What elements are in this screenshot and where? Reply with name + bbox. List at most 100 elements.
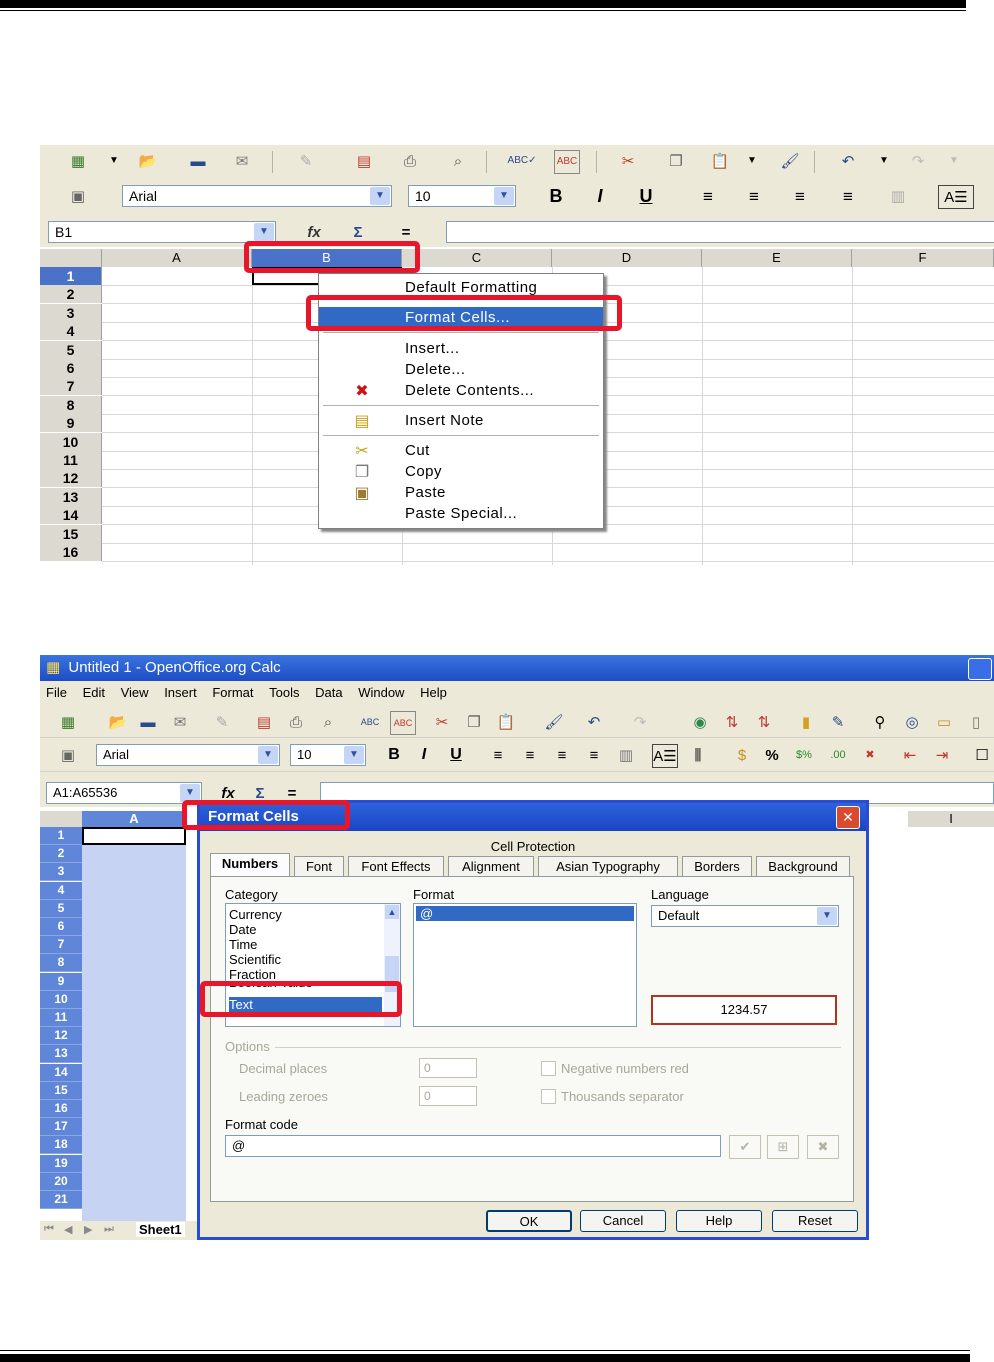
row-header[interactable]: 8 xyxy=(40,395,102,414)
tab-numbers[interactable]: Numbers xyxy=(210,853,290,877)
chevron-down-icon[interactable]: ▼ xyxy=(817,907,837,925)
increase-indent-icon[interactable]: ⇥ xyxy=(930,744,954,766)
save-icon[interactable]: ▬ xyxy=(186,150,210,172)
row-header[interactable]: 4 xyxy=(40,322,102,341)
row-header[interactable]: 16 xyxy=(40,543,102,561)
print-icon[interactable]: ⎙ xyxy=(398,150,422,172)
name-box[interactable]: B1 ▼ xyxy=(48,221,276,243)
menu-data[interactable]: Data xyxy=(315,685,342,700)
new-dropdown-icon[interactable]: ▼ xyxy=(102,150,126,172)
input-line[interactable] xyxy=(446,221,994,243)
row-header[interactable]: 12 xyxy=(40,1027,82,1046)
row-header[interactable]: 5 xyxy=(40,340,102,359)
selected-column-a[interactable] xyxy=(82,827,186,1223)
row-header[interactable]: 20 xyxy=(40,1172,82,1191)
standard-format-icon[interactable]: $% xyxy=(792,744,816,766)
column-header-i[interactable]: I xyxy=(908,811,994,827)
email-icon[interactable]: ✉ xyxy=(168,711,192,733)
menu-help[interactable]: Help xyxy=(420,685,447,700)
row-header[interactable]: 11 xyxy=(40,1009,82,1027)
row-header[interactable]: 6 xyxy=(40,359,102,377)
email-icon[interactable]: ✉ xyxy=(230,150,254,172)
reset-button[interactable]: Reset xyxy=(772,1210,858,1232)
add-format-icon[interactable]: ⊞ xyxy=(767,1135,799,1159)
page-preview-icon[interactable]: ⌕ xyxy=(446,150,470,172)
row-header[interactable]: 13 xyxy=(40,1045,82,1064)
minimize-button[interactable] xyxy=(968,658,992,680)
sum-icon[interactable]: Σ xyxy=(346,221,370,243)
italic-icon[interactable]: I xyxy=(412,744,436,766)
gallery-icon[interactable]: ▭ xyxy=(932,711,956,733)
function-wizard-icon[interactable]: fx xyxy=(302,221,326,243)
row-header[interactable]: 4 xyxy=(40,881,82,900)
wrap-text-icon[interactable]: A☰ xyxy=(938,185,974,209)
font-size-combo[interactable]: 10 ▼ xyxy=(290,744,366,766)
currency-format-icon[interactable]: $ xyxy=(730,744,754,766)
menu-item-paste[interactable]: Paste xyxy=(319,482,603,504)
export-pdf-icon[interactable]: ▤ xyxy=(252,711,276,733)
add-decimal-icon[interactable]: .00 xyxy=(826,744,850,766)
last-sheet-icon[interactable]: ⏭ xyxy=(104,1223,114,1236)
row-header[interactable]: 21 xyxy=(40,1191,82,1209)
chevron-down-icon[interactable]: ▼ xyxy=(254,223,274,241)
copy-icon[interactable]: ❐ xyxy=(664,150,688,172)
bold-icon[interactable]: B xyxy=(544,185,568,207)
menu-item-cut[interactable]: Cut xyxy=(319,440,603,462)
merge-cells-icon[interactable]: ▥ xyxy=(614,744,638,766)
print-icon[interactable]: ⎙ xyxy=(284,711,308,733)
row-header[interactable]: 2 xyxy=(40,845,82,864)
menu-edit[interactable]: Edit xyxy=(83,685,105,700)
decimal-places-spinner[interactable]: 0 xyxy=(419,1058,477,1078)
italic-icon[interactable]: I xyxy=(588,185,612,207)
undo-dropdown-icon[interactable]: ▼ xyxy=(872,150,896,172)
format-code-input[interactable]: @ xyxy=(225,1135,721,1157)
cut-icon[interactable]: ✂ xyxy=(616,150,640,172)
column-header-f[interactable]: F xyxy=(852,249,994,267)
align-center-icon[interactable]: ≡ xyxy=(518,744,542,766)
column-header-e[interactable]: E xyxy=(702,249,852,267)
category-item[interactable]: Currency xyxy=(229,907,382,922)
open-folder-icon[interactable]: 📂 xyxy=(106,711,130,733)
column-header-d[interactable]: D xyxy=(552,249,702,267)
sheet-tab-sheet1[interactable]: Sheet1 xyxy=(136,1222,185,1237)
row-header[interactable]: 6 xyxy=(40,918,82,936)
row-header[interactable]: 19 xyxy=(40,1154,82,1173)
paste-icon[interactable]: 📋 xyxy=(494,711,518,733)
edit-file-icon[interactable]: ✎ xyxy=(294,150,318,172)
row-header[interactable]: 1 xyxy=(40,267,102,285)
tab-font[interactable]: Font xyxy=(294,856,344,876)
cancel-button[interactable]: Cancel xyxy=(580,1210,666,1232)
spellcheck-icon[interactable]: ABC xyxy=(358,711,382,733)
row-header[interactable]: 14 xyxy=(40,1063,82,1082)
menu-item-copy[interactable]: Copy xyxy=(319,461,603,483)
row-header[interactable]: 3 xyxy=(40,303,102,322)
row-header[interactable]: 15 xyxy=(40,524,102,543)
row-header[interactable]: 8 xyxy=(40,954,82,973)
paste-dropdown-icon[interactable]: ▼ xyxy=(740,150,764,172)
sort-ascending-icon[interactable]: ⇅ xyxy=(720,711,744,733)
navigator-compass-icon[interactable]: ◎ xyxy=(900,711,924,733)
align-center-icon[interactable]: ≡ xyxy=(742,185,766,207)
underline-icon[interactable]: U xyxy=(634,185,658,207)
font-name-combo[interactable]: Arial ▼ xyxy=(122,185,392,207)
language-dropdown[interactable]: Default ▼ xyxy=(651,905,839,927)
tab-cell-protection[interactable]: Cell Protection xyxy=(488,837,578,857)
justify-icon[interactable]: ≡ xyxy=(836,185,860,207)
clone-formatting-icon[interactable]: 🖌 xyxy=(778,150,802,172)
undo-icon[interactable]: ↶ xyxy=(836,150,860,172)
decrease-indent-icon[interactable]: ⇤ xyxy=(898,744,922,766)
negative-red-checkbox[interactable] xyxy=(541,1061,556,1076)
row-header[interactable]: 13 xyxy=(40,487,102,506)
row-header[interactable]: 16 xyxy=(40,1100,82,1118)
new-document-icon[interactable]: ▦ xyxy=(56,711,80,733)
row-header[interactable]: 15 xyxy=(40,1081,82,1100)
chevron-down-icon[interactable]: ▼ xyxy=(370,187,390,205)
row-header[interactable]: 7 xyxy=(40,377,102,396)
row-header[interactable]: 17 xyxy=(40,1118,82,1137)
row-header[interactable]: 2 xyxy=(40,285,102,304)
format-listbox[interactable]: @ xyxy=(413,903,637,1027)
thousands-separator-checkbox[interactable] xyxy=(541,1089,556,1104)
justify-icon[interactable]: ≡ xyxy=(582,744,606,766)
checkmark-icon[interactable]: ✔ xyxy=(729,1135,761,1159)
align-right-icon[interactable]: ≡ xyxy=(788,185,812,207)
